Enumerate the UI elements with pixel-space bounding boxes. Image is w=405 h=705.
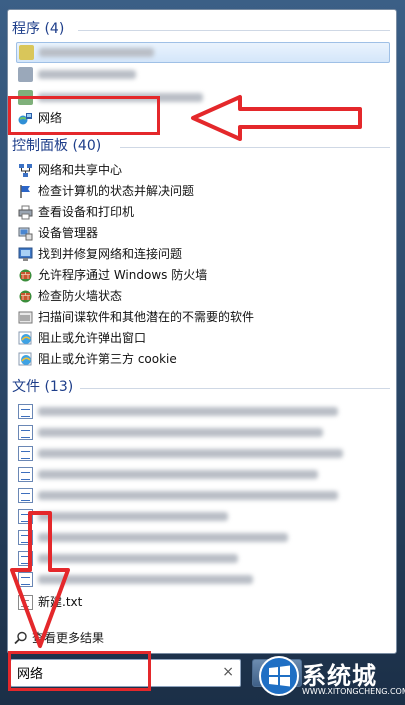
cp-item-label: 检查防火墙状态: [38, 289, 123, 303]
watermark-url: WWW.XITONGCHENG.COM: [302, 687, 405, 696]
printer-icon: [18, 205, 33, 220]
cp-item-label: 设备管理器: [38, 226, 99, 240]
close-icon[interactable]: ×: [222, 664, 234, 680]
annotation-arrow-down: [10, 511, 70, 648]
section-header-files: 文件 (13): [12, 379, 74, 395]
program-result-item[interactable]: [16, 65, 390, 84]
defender-icon: [18, 310, 33, 325]
file-result-item[interactable]: [16, 486, 390, 505]
section-header-programs: 程序 (4): [12, 21, 65, 37]
troubleshoot-icon: [18, 247, 33, 262]
watermark-logo: 系统城 WWW.XITONGCHENG.COM: [257, 654, 405, 702]
cp-item-scan-spyware[interactable]: 扫描间谍软件和其他潜在的不需要的软件: [16, 308, 390, 327]
section-divider: [120, 147, 390, 148]
blurred-label: [39, 48, 154, 57]
blurred-label: [38, 491, 338, 500]
cp-item-label: 检查计算机的状态并解决问题: [38, 184, 195, 198]
start-menu-window: 程序 (4) 网络 控制面板 (40) 网络和共享中心 检查计算机的状态并解决问…: [0, 0, 405, 705]
cp-item-block-popups[interactable]: 阻止或允许弹出窗口: [16, 329, 390, 348]
cp-item-firewall-status[interactable]: 检查防火墙状态: [16, 287, 390, 306]
blurred-label: [38, 70, 136, 79]
document-icon: [18, 404, 33, 419]
cp-item-check-status[interactable]: 检查计算机的状态并解决问题: [16, 182, 390, 201]
cp-item-label: 网络和共享中心: [38, 163, 123, 177]
app-icon: [18, 67, 33, 82]
cp-item-troubleshoot-network[interactable]: 找到并修复网络和连接问题: [16, 245, 390, 264]
blurred-label: [38, 428, 323, 437]
file-result-item[interactable]: [16, 444, 390, 463]
document-icon: [18, 425, 33, 440]
program-result-item[interactable]: [16, 42, 390, 63]
annotation-box-network-program: [8, 96, 160, 135]
internet-options-icon: [18, 331, 33, 346]
section-divider: [78, 30, 390, 31]
annotation-box-search: [8, 651, 151, 691]
blurred-label: [38, 533, 288, 542]
cp-item-devices-printers[interactable]: 查看设备和打印机: [16, 203, 390, 222]
file-result-item[interactable]: [16, 570, 390, 589]
file-result-item[interactable]: [16, 423, 390, 442]
blurred-label: [38, 449, 343, 458]
action-center-flag-icon: [18, 184, 33, 199]
file-result-new-txt[interactable]: 新建.txt: [16, 593, 390, 612]
internet-options-icon: [18, 352, 33, 367]
firewall-icon: [18, 289, 33, 304]
section-divider: [80, 388, 390, 389]
file-result-item[interactable]: [16, 528, 390, 547]
cp-item-third-party-cookie[interactable]: 阻止或允许第三方 cookie: [16, 350, 390, 369]
blurred-label: [38, 407, 338, 416]
file-result-item[interactable]: [16, 549, 390, 568]
document-icon: [18, 488, 33, 503]
cp-item-label: 阻止或允许第三方 cookie: [38, 352, 177, 366]
document-icon: [18, 467, 33, 482]
cp-item-allow-firewall[interactable]: 允许程序通过 Windows 防火墙: [16, 266, 390, 285]
section-header-control-panel: 控制面板 (40): [12, 138, 102, 154]
file-result-item[interactable]: [16, 507, 390, 526]
cp-item-label: 允许程序通过 Windows 防火墙: [38, 268, 208, 282]
file-result-item[interactable]: [16, 402, 390, 421]
device-manager-icon: [18, 226, 33, 241]
cp-item-device-manager[interactable]: 设备管理器: [16, 224, 390, 243]
document-icon: [18, 446, 33, 461]
network-center-icon: [18, 163, 33, 178]
cp-item-label: 扫描间谍软件和其他潜在的不需要的软件: [38, 310, 255, 324]
app-icon: [19, 45, 34, 60]
cp-item-network-center[interactable]: 网络和共享中心: [16, 161, 390, 180]
cp-item-label: 阻止或允许弹出窗口: [38, 331, 147, 345]
cp-item-label: 找到并修复网络和连接问题: [38, 247, 183, 261]
firewall-icon: [18, 268, 33, 283]
cp-item-label: 查看设备和打印机: [38, 205, 135, 219]
annotation-arrow-left: [191, 95, 362, 141]
watermark-title: 系统城: [302, 662, 377, 690]
windows-logo-icon: [259, 656, 299, 696]
blurred-label: [38, 470, 318, 479]
file-result-item[interactable]: [16, 465, 390, 484]
